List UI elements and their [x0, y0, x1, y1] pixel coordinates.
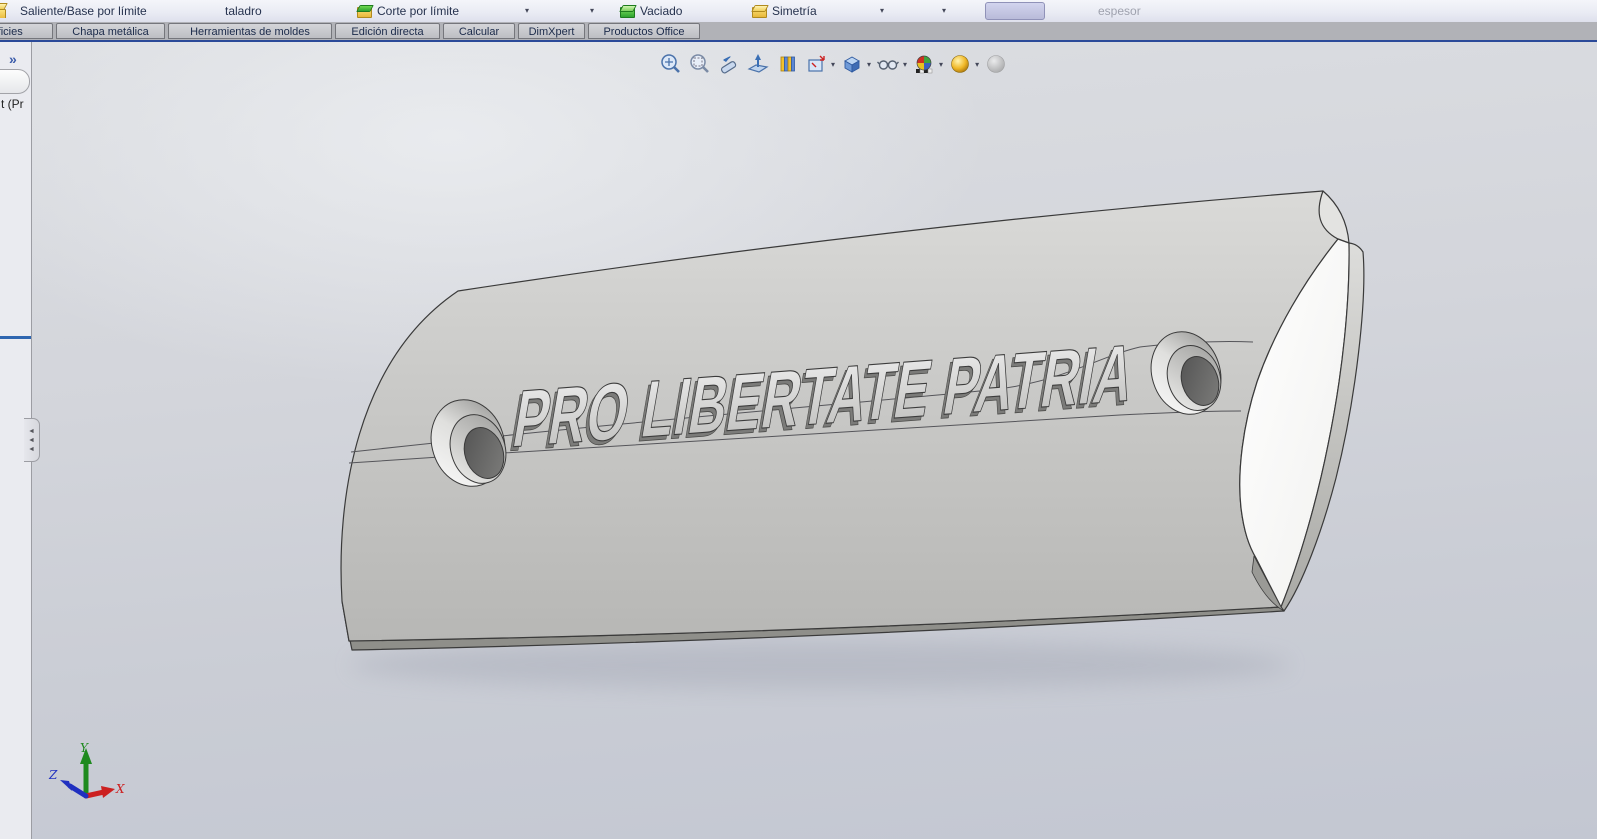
tab-calcular[interactable]: Calcular	[443, 23, 515, 39]
edit-appearance-dropdown[interactable]: ▾	[939, 60, 943, 69]
mirror-icon	[752, 5, 767, 18]
dropdown-arrow[interactable]: ▾	[525, 6, 529, 15]
splitter-arrow: ◄	[28, 437, 35, 444]
normal-to-icon[interactable]	[745, 51, 771, 77]
tab-dimxpert[interactable]: DimXpert	[518, 23, 585, 39]
panel-divider	[0, 336, 31, 339]
zoom-to-area-icon[interactable]	[687, 51, 713, 77]
shell-icon	[620, 5, 635, 18]
vaciado-button[interactable]: Vaciado	[620, 0, 682, 22]
viewport-background	[0, 42, 1597, 839]
display-style-icon[interactable]	[839, 51, 865, 77]
taladro-label: taladro	[225, 4, 262, 18]
boss-base-limit-icon	[0, 3, 11, 18]
feature-tree-text: t (Pr	[1, 97, 31, 111]
splitter-arrow: ◄	[28, 446, 35, 453]
command-manager-bar: Saliente/Base por límite taladro Corte p…	[0, 0, 1597, 23]
espesor-input[interactable]	[985, 2, 1045, 20]
espesor-item: espesor	[1098, 0, 1141, 22]
edit-appearance-icon[interactable]	[911, 51, 937, 77]
zoom-to-fit-icon[interactable]	[658, 51, 684, 77]
section-view-icon[interactable]	[774, 51, 800, 77]
espesor-label: espesor	[1098, 4, 1141, 18]
boss-base-limit-label: Saliente/Base por límite	[20, 4, 147, 18]
tab-herramientas-de-moldes[interactable]: Herramientas de moldes	[168, 23, 332, 39]
vaciado-label: Vaciado	[640, 4, 682, 18]
expand-panel-chevron[interactable]: »	[9, 51, 17, 67]
dropdown-arrow[interactable]: ▾	[590, 6, 594, 15]
tab-edicion-directa[interactable]: Edición directa	[335, 23, 440, 39]
boss-base-limit-button[interactable]: Saliente/Base por límite	[20, 0, 147, 22]
view-settings-icon[interactable]	[983, 51, 1009, 77]
view-orientation-dropdown[interactable]: ▾	[831, 60, 835, 69]
taladro-button[interactable]: taladro	[225, 0, 262, 22]
feature-tree-root-tab[interactable]	[0, 69, 30, 94]
cut-by-limit-icon	[357, 5, 372, 18]
hide-show-items-icon[interactable]	[875, 51, 901, 77]
display-style-dropdown[interactable]: ▾	[867, 60, 871, 69]
dropdown-arrow[interactable]: ▾	[942, 6, 946, 15]
simetria-button[interactable]: Simetría	[752, 0, 817, 22]
cut-by-limit-button[interactable]: Corte por límite	[357, 0, 459, 22]
simetria-label: Simetría	[772, 4, 817, 18]
hide-show-items-dropdown[interactable]: ▾	[903, 60, 907, 69]
heads-up-view-toolbar: ▾ ▾ ▾ ▾ ▾	[658, 50, 1009, 78]
tab-chapa-metalica[interactable]: Chapa metálica	[56, 23, 165, 39]
dropdown-arrow[interactable]: ▾	[880, 6, 884, 15]
view-orientation-icon[interactable]	[803, 51, 829, 77]
tab-superficies[interactable]: Superficies	[0, 23, 53, 39]
apply-scene-dropdown[interactable]: ▾	[975, 60, 979, 69]
cut-by-limit-label: Corte por límite	[377, 4, 459, 18]
splitter-arrow: ◄	[28, 428, 35, 435]
tab-productos-office[interactable]: Productos Office	[588, 23, 700, 39]
command-manager-tabs: Superficies Chapa metálica Herramientas …	[0, 22, 1597, 42]
panel-splitter-handle[interactable]: ◄ ◄ ◄	[24, 418, 40, 462]
previous-view-icon[interactable]	[716, 51, 742, 77]
apply-scene-icon[interactable]	[947, 51, 973, 77]
